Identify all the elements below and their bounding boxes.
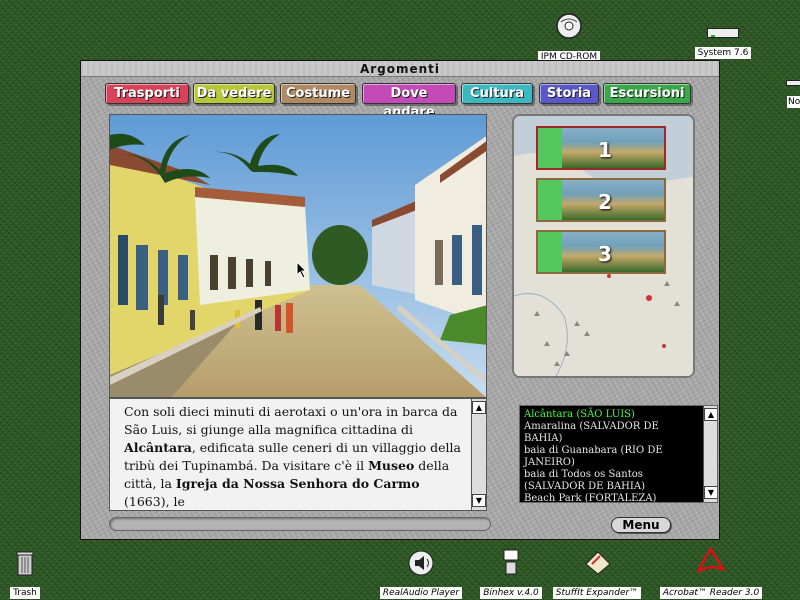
tab-trasporti[interactable]: Trasporti [105, 83, 189, 104]
trash-label: Trash [10, 587, 40, 599]
disk-icon [786, 80, 800, 86]
stuffit-app-icon [585, 551, 611, 575]
street-photo [109, 114, 487, 398]
thumbnail-2[interactable]: 2 [536, 178, 666, 222]
mouse-pointer-icon [296, 261, 308, 279]
trash-can-icon [16, 551, 34, 576]
acrobat-icon[interactable]: Acrobat™ Reader 3.0 [656, 546, 766, 599]
cd-icon [556, 13, 582, 39]
map-panel: 1 2 3 [512, 114, 695, 378]
places-scrollbar[interactable]: ▲ ▼ [703, 406, 717, 502]
article-text-panel[interactable]: Con soli dieci minuti di aerotaxi o un'o… [109, 398, 487, 511]
thumbnail-3[interactable]: 3 [536, 230, 666, 274]
list-item[interactable]: Alcântara (SÃO LUIS) [524, 409, 700, 421]
list-item[interactable]: baia di Todos os Santos (SALVADOR DE BAH… [524, 469, 700, 493]
article-scrollbar[interactable]: ▲ ▼ [471, 399, 486, 510]
scroll-down-arrow[interactable]: ▼ [472, 494, 486, 507]
window-title: Argomenti [359, 62, 441, 76]
list-item[interactable]: Beach Park (FORTALEZA) [524, 493, 700, 502]
binhex-app-icon [503, 549, 519, 575]
scroll-up-arrow[interactable]: ▲ [472, 401, 486, 414]
list-item[interactable]: Amaralina (SALVADOR DE BAHIA) [524, 421, 700, 445]
acrobat-app-icon [696, 546, 726, 574]
thumbnail-2-number: 2 [598, 190, 612, 214]
list-item[interactable]: baia di Guanabara (RIO DE JANEIRO) [524, 445, 700, 469]
thumbnail-2-bar [538, 180, 562, 220]
menu-button[interactable]: Menu [611, 517, 671, 533]
system-label: System 7.6 [694, 47, 752, 59]
thumbnail-1[interactable]: 1 [536, 126, 666, 170]
thumbnail-1-number: 1 [598, 138, 612, 162]
tab-escursioni[interactable]: Escursioni [603, 83, 691, 104]
tab-storia[interactable]: Storia [539, 83, 599, 104]
places-list[interactable]: Alcântara (SÃO LUIS) Amaralina (SALVADOR… [519, 405, 718, 503]
acrobat-label: Acrobat™ Reader 3.0 [659, 587, 763, 599]
stuffit-icon[interactable]: StuffIt Expander™ [550, 548, 644, 599]
thumbnail-3-number: 3 [598, 242, 612, 266]
places-scroll-down-arrow[interactable]: ▼ [704, 486, 717, 499]
speaker-icon [408, 550, 434, 576]
places-scroll-up-arrow[interactable]: ▲ [704, 408, 717, 421]
places-list-items: Alcântara (SÃO LUIS) Amaralina (SALVADOR… [524, 409, 700, 502]
title-bar[interactable]: Argomenti [81, 61, 719, 77]
progress-bar [109, 517, 491, 531]
tab-costume[interactable]: Costume [280, 83, 356, 104]
tab-dove-andare[interactable]: Dove andare [362, 83, 456, 120]
tab-da-vedere[interactable]: Da vedere [193, 83, 275, 104]
thumbnail-1-bar [538, 128, 562, 168]
realaudio-icon[interactable]: RealAudio Player [378, 550, 464, 599]
system-disk-icon[interactable]: System 7.6 [694, 28, 752, 59]
realaudio-label: RealAudio Player [379, 587, 463, 599]
binhex-label: Binhex v.4.0 [480, 587, 542, 599]
tab-cultura[interactable]: Cultura [461, 83, 533, 104]
binhex-icon[interactable]: Binhex v.4.0 [476, 548, 546, 599]
thumbnail-3-bar [538, 232, 562, 272]
partial-label: Nor [787, 96, 800, 108]
article-text: Con soli dieci minuti di aerotaxi o un'o… [124, 404, 461, 509]
argomenti-window: Argomenti Trasporti Da vedere Costume Do… [80, 60, 720, 540]
stuffit-label: StuffIt Expander™ [552, 587, 642, 599]
cdrom-disk-icon[interactable]: IPM CD-ROM [536, 12, 602, 63]
trash-icon[interactable]: Trash [8, 548, 42, 599]
hard-disk-icon [707, 28, 739, 38]
partial-disk-icon[interactable]: Nor [786, 80, 800, 108]
